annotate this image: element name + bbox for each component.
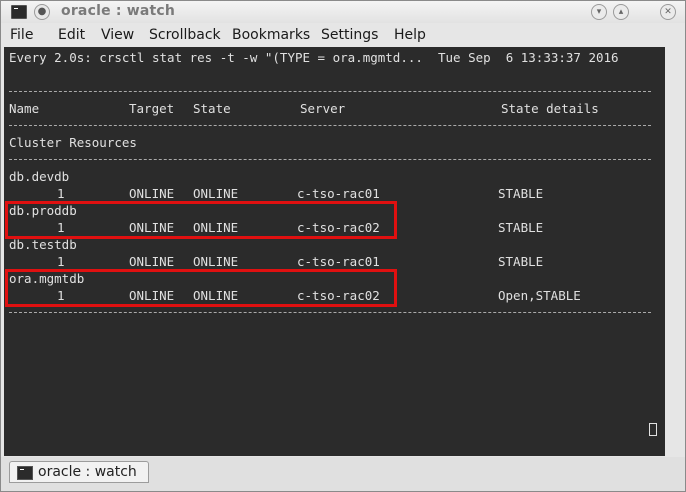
separator-line [9,159,651,160]
header-server: Server [300,101,346,116]
window-title: oracle : watch [61,3,176,19]
separator-line [9,91,651,92]
menu-bar: File Edit View Scrollback Bookmarks Sett… [1,24,685,46]
resource-state: ONLINE [193,186,239,201]
menu-edit[interactable]: Edit [58,27,85,43]
separator-line [9,125,651,126]
minimize-icon[interactable]: ▾ [591,4,607,20]
resource-instance: 1 [57,186,65,201]
header-target: Target [129,101,175,116]
separator-line [9,312,651,313]
tab-label: oracle : watch [38,464,137,480]
close-icon[interactable]: ✕ [660,4,676,20]
resource-instance: 1 [57,254,65,269]
terminal-icon [17,466,33,480]
resource-details: Open,STABLE [498,288,581,303]
resource-state: ONLINE [193,254,239,269]
resource-server: c-tso-rac01 [297,186,380,201]
terminal-icon[interactable] [11,5,27,19]
tab-bar: oracle : watch [1,457,685,491]
scrollbar[interactable] [665,47,683,456]
resource-server: c-tso-rac01 [297,254,380,269]
menu-help[interactable]: Help [394,27,426,43]
highlight-box-mgmtdb [5,269,397,307]
maximize-icon[interactable]: ▴ [613,4,629,20]
resource-target: ONLINE [129,254,175,269]
header-details: State details [501,101,599,116]
menu-settings[interactable]: Settings [321,27,378,43]
resource-details: STABLE [498,254,544,269]
terminal-output[interactable]: Every 2.0s: crsctl stat res -t -w "(TYPE… [4,47,665,456]
header-name: Name [9,101,40,116]
tab-oracle-watch[interactable]: oracle : watch [9,461,149,483]
highlight-box-proddb [5,201,397,239]
resource-details: STABLE [498,186,544,201]
konsole-window: ● oracle : watch ▾ ▴ ✕ File Edit View Sc… [0,0,686,492]
pin-icon[interactable]: ● [34,4,50,20]
resource-name: db.devdb [9,169,70,184]
menu-file[interactable]: File [10,27,33,43]
header-state: State [193,101,231,116]
resource-target: ONLINE [129,186,175,201]
menu-scrollback[interactable]: Scrollback [149,27,221,43]
terminal-cursor [649,423,657,436]
menu-bookmarks[interactable]: Bookmarks [232,27,310,43]
title-bar[interactable]: ● oracle : watch ▾ ▴ ✕ [1,1,685,23]
section-title: Cluster Resources [9,135,137,150]
watch-command-line: Every 2.0s: crsctl stat res -t -w "(TYPE… [9,50,619,65]
menu-view[interactable]: View [101,27,134,43]
resource-details: STABLE [498,220,544,235]
